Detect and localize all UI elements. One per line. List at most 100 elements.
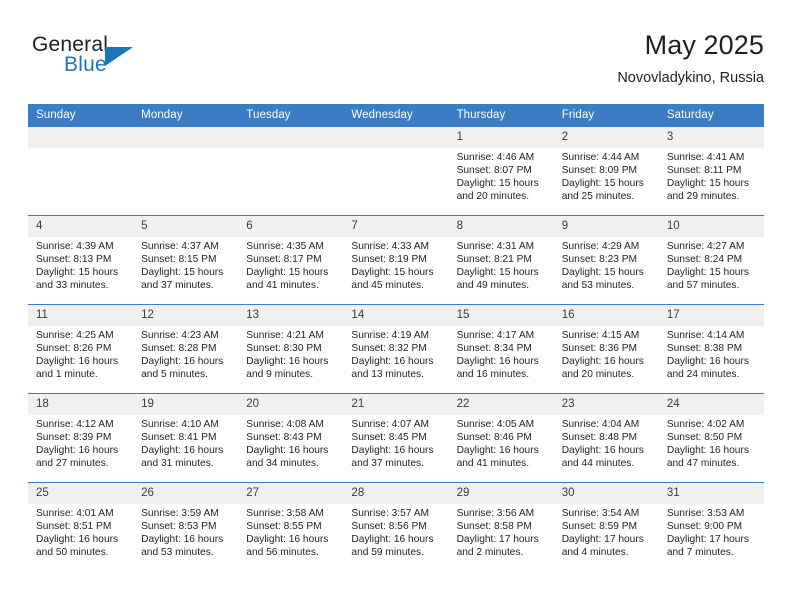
daylight-duration-line1: Daylight: 17 hours: [666, 534, 749, 546]
daylight-duration-line2: and 7 minutes.: [666, 547, 734, 559]
calendar-day-cell[interactable]: 29 Sunrise: 3:56 AM Sunset: 8:58 PM Dayligh…: [448, 482, 554, 572]
sunset-time: Sunset: 8:28 PM: [141, 343, 217, 355]
daylight-duration-line2: and 47 minutes.: [666, 458, 740, 470]
calendar-day-cell[interactable]: 27 Sunrise: 3:58 AM Sunset: 8:55 PM Dayligh…: [238, 482, 344, 572]
day-number: 22: [448, 394, 554, 415]
calendar-day-cell[interactable]: 19 Sunrise: 4:10 AM Sunset: 8:41 PM Dayligh…: [133, 393, 239, 483]
day-info: Sunrise: 3:59 AM Sunset: 8:53 PM Daylight:…: [133, 504, 238, 559]
weekday-header-saturday: Saturday: [658, 104, 764, 127]
calendar-day-cell[interactable]: 8 Sunrise: 4:31 AM Sunset: 8:21 PM Daylight…: [448, 215, 554, 305]
calendar-day-cell[interactable]: 4 Sunrise: 4:39 AM Sunset: 8:13 PM Daylight…: [28, 215, 134, 305]
calendar-day-cell[interactable]: 24 Sunrise: 4:02 AM Sunset: 8:50 PM Dayligh…: [658, 393, 764, 483]
sunrise-time: Sunrise: 4:15 AM: [561, 330, 640, 341]
sunset-time: Sunset: 8:59 PM: [561, 521, 638, 533]
day-number: 24: [658, 394, 764, 415]
sunrise-time: Sunrise: 3:54 AM: [561, 508, 640, 519]
calendar-day-cell[interactable]: 13 Sunrise: 4:21 AM Sunset: 8:30 PM Dayligh…: [238, 304, 344, 394]
sunrise-time: Sunrise: 4:17 AM: [456, 330, 535, 341]
calendar-cell-empty: [28, 126, 134, 216]
day-info: Sunrise: 4:33 AM Sunset: 8:19 PM Daylight:…: [343, 237, 448, 292]
daylight-duration-line2: and 9 minutes.: [246, 369, 314, 381]
sunrise-time: Sunrise: 4:02 AM: [666, 419, 745, 430]
day-number: 11: [28, 305, 134, 326]
sunrise-time: Sunrise: 4:01 AM: [36, 508, 114, 519]
daylight-duration-line2: and 20 minutes.: [561, 369, 635, 381]
calendar-day-cell[interactable]: 11 Sunrise: 4:25 AM Sunset: 8:26 PM Dayligh…: [28, 304, 134, 394]
sunrise-time: Sunrise: 4:39 AM: [36, 241, 114, 252]
daylight-duration-line2: and 13 minutes.: [351, 369, 424, 381]
calendar-day-cell[interactable]: 25 Sunrise: 4:01 AM Sunset: 8:51 PM Dayligh…: [28, 482, 134, 572]
daylight-duration-line2: and 4 minutes.: [561, 547, 629, 559]
day-info: Sunrise: 4:05 AM Sunset: 8:46 PM Daylight:…: [449, 415, 554, 470]
sunset-time: Sunset: 8:07 PM: [456, 165, 532, 177]
calendar-day-cell[interactable]: 31 Sunrise: 3:53 AM Sunset: 9:00 PM Dayligh…: [658, 482, 764, 572]
day-number: 27: [238, 483, 344, 504]
daylight-duration-line2: and 53 minutes.: [561, 280, 635, 292]
day-number: 23: [553, 394, 659, 415]
day-number: 20: [238, 394, 344, 415]
calendar-day-cell[interactable]: 9 Sunrise: 4:29 AM Sunset: 8:23 PM Daylight…: [553, 215, 659, 305]
daylight-duration-line1: Daylight: 16 hours: [351, 534, 434, 546]
general-blue-logo[interactable]: General Blue: [32, 33, 212, 87]
sunset-time: Sunset: 8:58 PM: [456, 521, 532, 533]
calendar-cell-empty: [133, 126, 239, 216]
calendar-day-cell[interactable]: 3 Sunrise: 4:41 AM Sunset: 8:11 PM Daylight…: [658, 126, 764, 216]
calendar-day-cell[interactable]: 12 Sunrise: 4:23 AM Sunset: 8:28 PM Dayligh…: [133, 304, 239, 394]
sunrise-time: Sunrise: 4:25 AM: [36, 330, 114, 341]
daylight-duration-line2: and 53 minutes.: [141, 547, 214, 559]
day-info: Sunrise: 4:01 AM Sunset: 8:51 PM Daylight:…: [28, 504, 133, 559]
day-info: Sunrise: 3:53 AM Sunset: 9:00 PM Daylight:…: [659, 504, 764, 559]
daylight-duration-line1: Daylight: 16 hours: [141, 356, 224, 368]
calendar-day-cell[interactable]: 17 Sunrise: 4:14 AM Sunset: 8:38 PM Dayligh…: [658, 304, 764, 394]
calendar-week-row: 4 Sunrise: 4:39 AM Sunset: 8:13 PM Daylight…: [28, 215, 764, 305]
calendar-day-cell[interactable]: 16 Sunrise: 4:15 AM Sunset: 8:36 PM Dayligh…: [553, 304, 659, 394]
calendar-day-cell[interactable]: 18 Sunrise: 4:12 AM Sunset: 8:39 PM Dayligh…: [28, 393, 134, 483]
calendar-day-cell[interactable]: 26 Sunrise: 3:59 AM Sunset: 8:53 PM Dayligh…: [133, 482, 239, 572]
day-info: Sunrise: 4:02 AM Sunset: 8:50 PM Daylight:…: [659, 415, 764, 470]
sunrise-time: Sunrise: 3:56 AM: [456, 508, 535, 519]
sunset-time: Sunset: 8:30 PM: [246, 343, 322, 355]
calendar-cell-empty: [238, 126, 344, 216]
daylight-duration-line1: Daylight: 15 hours: [666, 267, 749, 279]
calendar-day-cell[interactable]: 21 Sunrise: 4:07 AM Sunset: 8:45 PM Dayligh…: [343, 393, 449, 483]
sunset-time: Sunset: 8:34 PM: [456, 343, 532, 355]
calendar-day-cell[interactable]: 15 Sunrise: 4:17 AM Sunset: 8:34 PM Dayligh…: [448, 304, 554, 394]
day-info: Sunrise: 4:08 AM Sunset: 8:43 PM Daylight:…: [238, 415, 343, 470]
daylight-duration-line2: and 45 minutes.: [351, 280, 424, 292]
daylight-duration-line2: and 1 minute.: [36, 369, 98, 381]
day-number: 26: [133, 483, 239, 504]
daylight-duration-line2: and 59 minutes.: [351, 547, 424, 559]
daylight-duration-line2: and 57 minutes.: [666, 280, 740, 292]
day-number: 21: [343, 394, 449, 415]
sunrise-time: Sunrise: 4:14 AM: [666, 330, 745, 341]
calendar-day-cell[interactable]: 6 Sunrise: 4:35 AM Sunset: 8:17 PM Daylight…: [238, 215, 344, 305]
calendar-day-cell[interactable]: 7 Sunrise: 4:33 AM Sunset: 8:19 PM Daylight…: [343, 215, 449, 305]
calendar-day-cell[interactable]: 1 Sunrise: 4:46 AM Sunset: 8:07 PM Daylight…: [448, 126, 554, 216]
calendar-day-cell[interactable]: 2 Sunrise: 4:44 AM Sunset: 8:09 PM Daylight…: [553, 126, 659, 216]
day-info: Sunrise: 4:27 AM Sunset: 8:24 PM Daylight:…: [659, 237, 764, 292]
daylight-duration-line1: Daylight: 16 hours: [141, 534, 224, 546]
page-header: General Blue May 2025 Novovladykino, Rus…: [28, 28, 764, 100]
calendar-day-cell[interactable]: 10 Sunrise: 4:27 AM Sunset: 8:24 PM Dayligh…: [658, 215, 764, 305]
day-info: Sunrise: 4:04 AM Sunset: 8:48 PM Daylight:…: [554, 415, 659, 470]
sunset-time: Sunset: 8:41 PM: [141, 432, 217, 444]
weekday-header-thursday: Thursday: [448, 104, 554, 127]
calendar-day-cell[interactable]: 5 Sunrise: 4:37 AM Sunset: 8:15 PM Daylight…: [133, 215, 239, 305]
daylight-duration-line2: and 33 minutes.: [36, 280, 109, 292]
calendar-day-cell[interactable]: 14 Sunrise: 4:19 AM Sunset: 8:32 PM Dayligh…: [343, 304, 449, 394]
sunset-time: Sunset: 8:51 PM: [36, 521, 112, 533]
calendar-day-cell[interactable]: 22 Sunrise: 4:05 AM Sunset: 8:46 PM Dayligh…: [448, 393, 554, 483]
calendar-day-cell[interactable]: 30 Sunrise: 3:54 AM Sunset: 8:59 PM Dayligh…: [553, 482, 659, 572]
sunset-time: Sunset: 8:24 PM: [666, 254, 743, 266]
calendar-day-cell[interactable]: 28 Sunrise: 3:57 AM Sunset: 8:56 PM Dayligh…: [343, 482, 449, 572]
calendar-day-cell[interactable]: 23 Sunrise: 4:04 AM Sunset: 8:48 PM Dayligh…: [553, 393, 659, 483]
daylight-duration-line1: Daylight: 15 hours: [561, 267, 644, 279]
day-number: [28, 127, 134, 148]
calendar-day-cell[interactable]: 20 Sunrise: 4:08 AM Sunset: 8:43 PM Dayligh…: [238, 393, 344, 483]
sunrise-time: Sunrise: 4:12 AM: [36, 419, 114, 430]
sunset-time: Sunset: 8:53 PM: [141, 521, 217, 533]
daylight-duration-line1: Daylight: 15 hours: [666, 178, 749, 190]
sunrise-time: Sunrise: 3:59 AM: [141, 508, 219, 519]
sunrise-time: Sunrise: 4:44 AM: [561, 152, 640, 163]
triangle-icon: [105, 47, 133, 66]
